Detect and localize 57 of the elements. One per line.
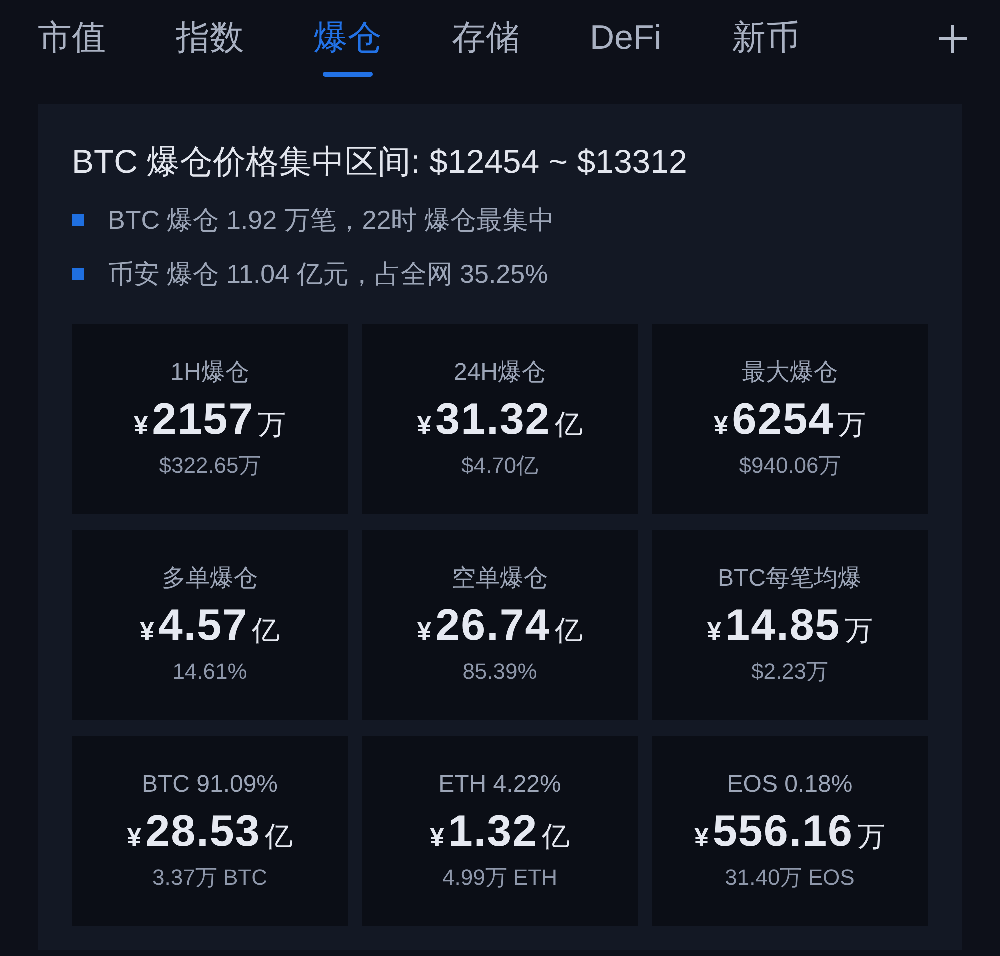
unit-label: 亿 [554, 408, 583, 442]
stat-subvalue: 4.99万 ETH [442, 864, 558, 892]
currency-symbol: ¥ [417, 409, 432, 442]
currency-symbol: ¥ [430, 821, 444, 854]
stat-amount: 1.32 [448, 806, 538, 858]
tab[interactable]: 市值 [38, 16, 106, 77]
stat-amount: 31.32 [436, 394, 551, 446]
panel-title: BTC 爆仓价格集中区间: $12454 ~ $13312 [72, 142, 688, 182]
tab[interactable]: 爆仓 [314, 16, 382, 77]
tab[interactable]: 新币 [732, 16, 800, 77]
unit-label: 万 [258, 408, 286, 442]
square-bullet-icon [72, 268, 84, 280]
stat-subvalue: 85.39% [462, 658, 538, 686]
stat-amount: 2157 [152, 394, 254, 446]
bullet-text: 币安 爆仓 11.04 亿元，占全网 35.25% [108, 258, 548, 291]
unit-label: 万 [838, 408, 866, 442]
stat-label: 1H爆仓 [170, 358, 250, 388]
stat-subvalue: $940.06万 [739, 452, 841, 480]
currency-symbol: ¥ [714, 409, 728, 442]
unit-label: 亿 [554, 614, 583, 648]
stat-amount: 28.53 [146, 806, 261, 858]
square-bullet-icon [72, 214, 84, 226]
currency-symbol: ¥ [417, 615, 432, 648]
tab[interactable]: DeFi [590, 16, 662, 77]
stat-subvalue: $2.23万 [751, 658, 829, 686]
unit-label: 亿 [264, 820, 293, 854]
currency-symbol: ¥ [140, 615, 154, 648]
bullet-text: BTC 爆仓 1.92 万笔，22时 爆仓最集中 [108, 204, 554, 237]
currency-symbol: ¥ [707, 615, 722, 648]
stat-subvalue: $4.70亿 [461, 452, 539, 480]
currency-symbol: ¥ [134, 409, 148, 442]
stat-amount: 14.85 [726, 600, 841, 652]
stat-label: 最大爆仓 [742, 358, 838, 388]
stat-label: 24H爆仓 [454, 358, 546, 388]
currency-symbol: ¥ [694, 821, 709, 854]
unit-label: 亿 [252, 614, 280, 648]
stat-amount: 556.16 [712, 806, 854, 858]
tab[interactable]: 指数 [176, 16, 244, 77]
stat-amount: 6254 [732, 394, 834, 446]
stat-amount: 26.74 [436, 600, 551, 652]
stat-label: ETH 4.22% [438, 770, 562, 800]
stat-label: BTC 91.09% [142, 770, 278, 800]
unit-label: 亿 [542, 820, 570, 854]
currency-symbol: ¥ [127, 821, 142, 854]
unit-label: 万 [858, 820, 886, 854]
stat-subvalue: $322.65万 [159, 452, 261, 480]
tab[interactable]: 存储 [452, 16, 520, 77]
stat-label: 多单爆仓 [162, 564, 258, 594]
stat-label: EOS 0.18% [727, 770, 853, 800]
stat-subvalue: 3.37万 BTC [152, 864, 268, 892]
stat-subvalue: 31.40万 EOS [725, 864, 855, 892]
stat-label: 空单爆仓 [452, 564, 548, 594]
stat-amount: 4.57 [158, 600, 248, 652]
add-icon[interactable] [938, 24, 968, 54]
unit-label: 万 [844, 614, 873, 648]
stat-label: BTC每笔均爆 [718, 564, 862, 594]
stat-subvalue: 14.61% [172, 658, 248, 686]
